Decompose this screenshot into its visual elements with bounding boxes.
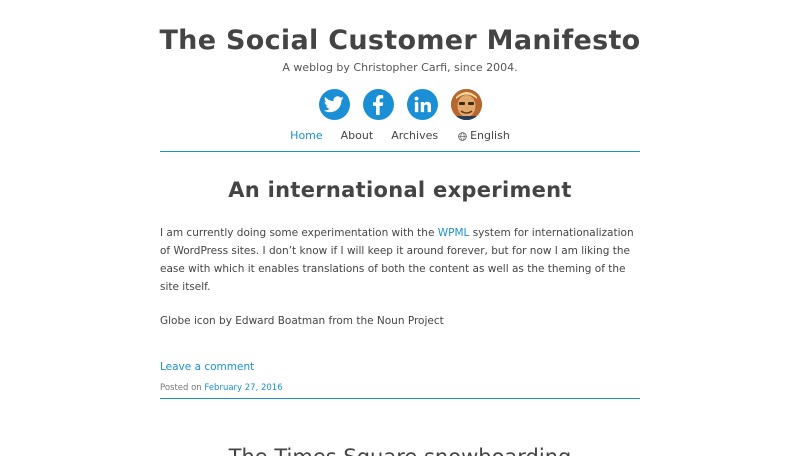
- icon-credit: Globe icon by Edward Boatman from the No…: [160, 315, 444, 327]
- post-body: I am currently doing some experimentatio…: [160, 224, 640, 330]
- post-title[interactable]: An international experiment: [160, 177, 640, 203]
- post-date-link[interactable]: February 27, 2016: [204, 383, 282, 393]
- language-switcher[interactable]: English: [458, 129, 510, 143]
- main-nav: Home About Archives English: [160, 129, 640, 152]
- post-text: I am currently doing some experimentatio…: [160, 227, 438, 239]
- nav-home[interactable]: Home: [290, 129, 322, 143]
- post-paragraph: I am currently doing some experimentatio…: [160, 224, 640, 296]
- next-post-title[interactable]: The Times Square snowboarding: [160, 444, 640, 456]
- post-meta: Posted on February 27, 2016: [160, 383, 640, 399]
- language-label: English: [470, 129, 510, 142]
- globe-icon: [458, 131, 467, 141]
- page-container: The Social Customer Manifesto A weblog b…: [159, 0, 640, 456]
- nav-about[interactable]: About: [341, 129, 374, 143]
- leave-comment-link[interactable]: Leave a comment: [160, 360, 640, 374]
- nav-archives[interactable]: Archives: [391, 129, 438, 143]
- social-links: [160, 89, 640, 121]
- linkedin-icon[interactable]: [406, 89, 438, 120]
- facebook-icon[interactable]: [362, 89, 394, 120]
- site-title[interactable]: The Social Customer Manifesto: [100, 0, 700, 58]
- posted-label: Posted on: [160, 383, 205, 393]
- avatar[interactable]: [450, 89, 482, 120]
- twitter-icon[interactable]: [318, 89, 350, 120]
- wpml-link[interactable]: WPML: [438, 227, 470, 239]
- site-tagline: A weblog by Christopher Carfi, since 200…: [282, 61, 518, 74]
